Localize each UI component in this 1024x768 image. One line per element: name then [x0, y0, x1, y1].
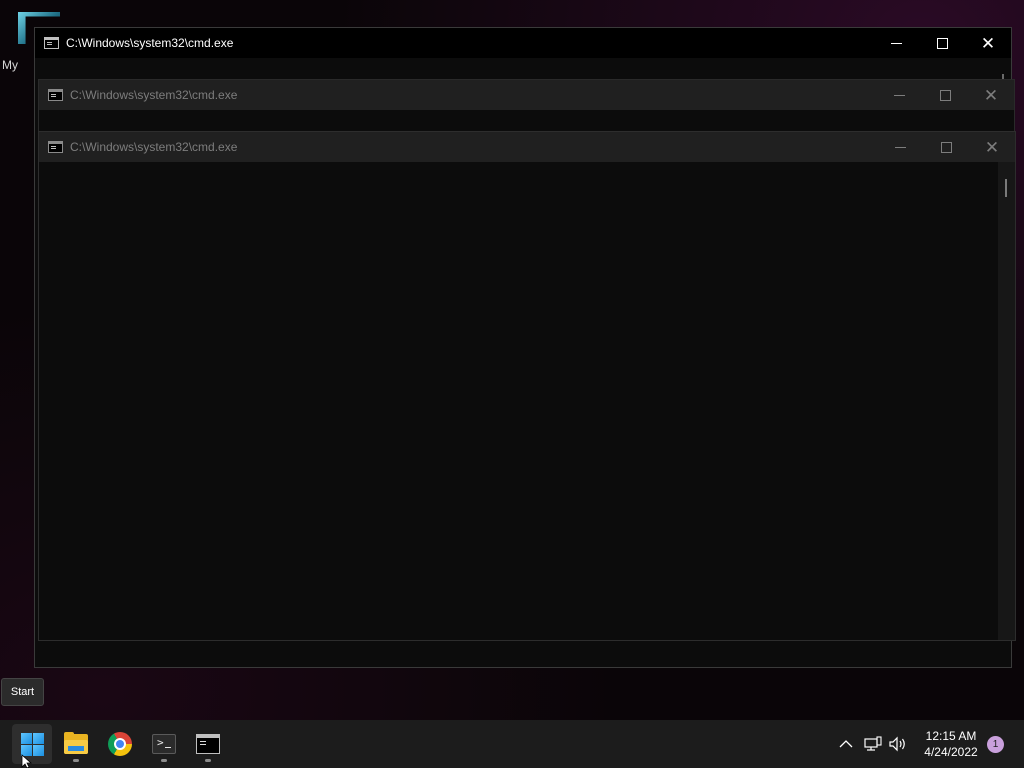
- close-button[interactable]: ✕: [965, 28, 1011, 58]
- running-indicator: [73, 759, 79, 762]
- window-title: C:\Windows\system32\cmd.exe: [66, 36, 234, 50]
- maximize-icon: [939, 89, 951, 101]
- maximize-button[interactable]: [922, 80, 968, 110]
- network-button[interactable]: [862, 720, 884, 768]
- scrollbar[interactable]: [998, 162, 1015, 640]
- taskbar-terminal[interactable]: >: [144, 724, 184, 764]
- windows-logo-icon: [20, 732, 44, 756]
- title-bar[interactable]: C:\Windows\system32\cmd.exe: [39, 132, 1015, 162]
- close-button[interactable]: ✕: [968, 80, 1014, 110]
- cmd-icon: [44, 37, 59, 49]
- minimize-icon: [893, 94, 905, 96]
- maximize-button[interactable]: [919, 28, 965, 58]
- volume-icon: [889, 736, 905, 752]
- maximize-icon: [936, 37, 948, 49]
- running-indicator: [205, 759, 211, 762]
- desktop-shortcut-label: My: [2, 58, 18, 72]
- minimize-button[interactable]: [873, 28, 919, 58]
- clock-time: 12:15 AM: [925, 729, 977, 743]
- notification-badge[interactable]: 1: [987, 736, 1004, 753]
- clock-date: 4/24/2022: [924, 745, 978, 759]
- title-bar[interactable]: C:\Windows\system32\cmd.exe: [39, 80, 1014, 110]
- mouse-cursor-icon: [21, 754, 33, 768]
- minimize-button[interactable]: [877, 132, 923, 162]
- window-controls: ✕: [877, 132, 1015, 162]
- close-button[interactable]: ✕: [969, 132, 1015, 162]
- taskbar: > 12:15 AM 4/24/2022 1: [0, 720, 1024, 768]
- folder-icon: [64, 732, 88, 754]
- taskbar-chrome[interactable]: [100, 724, 140, 764]
- cmd-icon: [196, 734, 220, 754]
- maximize-icon: [940, 141, 952, 153]
- maximize-button[interactable]: [923, 132, 969, 162]
- close-icon: ✕: [983, 85, 999, 105]
- clock[interactable]: 12:15 AM 4/24/2022: [910, 728, 992, 760]
- minimize-icon: [890, 42, 902, 44]
- window-controls: ✕: [876, 80, 1014, 110]
- close-icon: ✕: [984, 137, 1000, 157]
- terminal-icon: >: [152, 734, 176, 754]
- show-hidden-icons-button[interactable]: [836, 720, 856, 768]
- console-output[interactable]: [41, 162, 997, 640]
- window-title: C:\Windows\system32\cmd.exe: [70, 140, 238, 154]
- network-icon: [864, 736, 882, 751]
- cmd-icon: [48, 141, 63, 153]
- window-title: C:\Windows\system32\cmd.exe: [70, 88, 238, 102]
- start-tooltip: Start: [1, 678, 44, 706]
- scrollbar-thumb[interactable]: [1005, 179, 1007, 197]
- volume-button[interactable]: [887, 720, 909, 768]
- taskbar-cmd[interactable]: [188, 724, 228, 764]
- chevron-up-icon: [839, 740, 853, 748]
- taskbar-file-explorer[interactable]: [56, 724, 96, 764]
- running-indicator: [161, 759, 167, 762]
- cmd-icon: [48, 89, 63, 101]
- minimize-button[interactable]: [876, 80, 922, 110]
- title-bar[interactable]: C:\Windows\system32\cmd.exe: [35, 28, 1011, 58]
- close-icon: ✕: [980, 33, 996, 53]
- chrome-icon: [108, 732, 132, 756]
- minimize-icon: [894, 146, 906, 148]
- cmd-window-3[interactable]: C:\Windows\system32\cmd.exe ✕: [38, 131, 1016, 641]
- window-controls: ✕: [873, 28, 1011, 58]
